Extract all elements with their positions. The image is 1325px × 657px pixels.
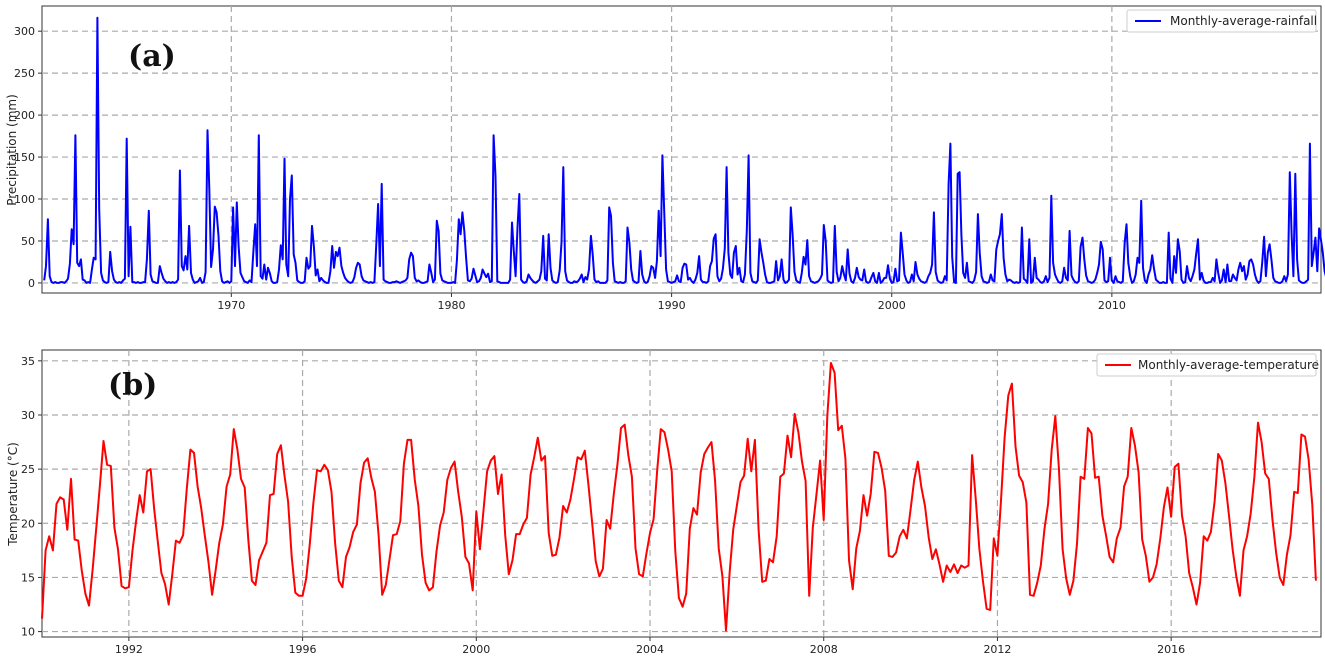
panel-label: (a) (128, 39, 176, 74)
x-tick-label: 2000 (878, 299, 906, 312)
x-tick-label: 2000 (462, 643, 490, 656)
x-tick-label: 1992 (115, 643, 143, 656)
panel-label: (b) (108, 368, 157, 403)
x-tick-label: 2008 (810, 643, 838, 656)
y-tick-label: 50 (21, 235, 35, 248)
series-line-rainfall (43, 16, 1325, 284)
x-tick-label: 2016 (1157, 643, 1185, 656)
x-axis-ticks: 1970 1980 1990 2000 2010 (217, 293, 1126, 312)
x-tick-label: 1980 (437, 299, 465, 312)
y-tick-label: 10 (21, 626, 35, 639)
legend: Monthly-average-rainfall (1126, 9, 1317, 33)
y-tick-label: 25 (21, 463, 35, 476)
y-tick-label: 250 (14, 67, 35, 80)
gridlines (42, 350, 1321, 637)
y-tick-label: 0 (28, 277, 35, 290)
chart-temperature: 10 15 20 25 30 35 1992 1996 2000 2004 2008 2012 201… (6, 349, 1322, 656)
y-tick-label: 15 (21, 571, 35, 584)
figure: 050100150200250300 1970 1980 1990 2000 2010 … (5, 5, 1325, 656)
x-tick-label: 1970 (217, 299, 245, 312)
y-tick-label: 300 (14, 25, 35, 38)
y-tick-label: 30 (21, 409, 35, 422)
series-line-temperature (41, 362, 1317, 632)
legend-label: Monthly-average-temperature (1138, 358, 1319, 372)
y-tick-label: 20 (21, 517, 35, 530)
x-tick-label: 2004 (636, 643, 664, 656)
x-axis-ticks: 1992 1996 2000 2004 2008 2012 2016 (115, 637, 1185, 656)
y-tick-label: 35 (21, 355, 35, 368)
legend: Monthly-average-temperature (1096, 353, 1319, 377)
x-tick-label: 1996 (289, 643, 317, 656)
y-axis-label: Temperature (°C) (6, 442, 20, 547)
y-axis-label: Precipitation (mm) (5, 94, 19, 206)
legend-label: Monthly-average-rainfall (1170, 14, 1317, 28)
plot-area-frame (41, 349, 1322, 638)
x-tick-label: 2010 (1098, 299, 1126, 312)
x-tick-label: 1990 (658, 299, 686, 312)
chart-rainfall: 050100150200250300 1970 1980 1990 2000 2010 … (5, 5, 1325, 312)
x-tick-label: 2012 (983, 643, 1011, 656)
y-axis-ticks: 10 15 20 25 30 35 (21, 355, 42, 639)
